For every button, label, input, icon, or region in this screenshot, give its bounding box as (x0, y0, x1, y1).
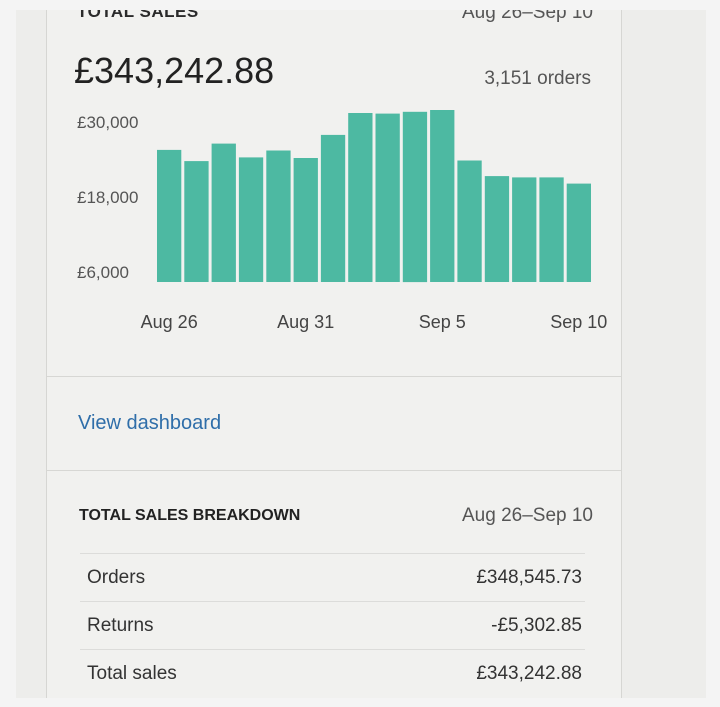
y-tick-label: £6,000 (77, 263, 129, 282)
x-tick-label: Sep 10 (550, 312, 607, 332)
row-label: Total sales (87, 663, 177, 684)
orders-count: 3,151 orders (484, 68, 591, 89)
x-tick-label: Aug 31 (277, 312, 334, 332)
chart-bar[interactable] (238, 157, 264, 282)
breakdown-row-orders: Orders £348,545.73 (80, 553, 585, 602)
view-dashboard-link[interactable]: View dashboard (78, 412, 221, 435)
sales-card: TOTAL SALES Aug 26–Sep 10 £343,242.88 3,… (46, 10, 622, 698)
divider (47, 376, 621, 377)
sales-chart: £30,000 £18,000 £6,000 Aug 26 Aug 31 Sep 5 Se… (77, 110, 607, 332)
chart-bar[interactable] (539, 177, 564, 282)
row-label: Orders (87, 567, 146, 588)
photo-frame: TOTAL SALES Aug 26–Sep 10 £343,242.88 3,… (16, 10, 706, 698)
row-value: £343,242.88 (476, 663, 582, 684)
chart-bar[interactable] (430, 110, 455, 282)
chart-bar[interactable] (157, 149, 182, 282)
chart-bar[interactable] (211, 143, 236, 282)
chart-bar[interactable] (266, 150, 291, 283)
chart-bar[interactable] (402, 111, 428, 283)
chart-bar[interactable] (293, 158, 318, 282)
chart-bar[interactable] (375, 113, 400, 282)
date-range: Aug 26–Sep 10 (461, 10, 593, 23)
row-label: Returns (87, 615, 154, 636)
divider (47, 470, 621, 471)
y-tick-label: £30,000 (77, 113, 138, 132)
chart-bar[interactable] (512, 177, 537, 282)
breakdown-title: TOTAL SALES BREAKDOWN (79, 507, 301, 524)
breakdown-row-returns: Returns -£5,302.85 (80, 601, 585, 650)
row-value: £348,545.73 (476, 567, 582, 588)
section-title: TOTAL SALES (77, 10, 199, 21)
chart-bar[interactable] (320, 134, 346, 282)
y-tick-label: £18,000 (77, 188, 138, 207)
breakdown-date-range: Aug 26–Sep 10 (461, 505, 593, 526)
chart-bar[interactable] (457, 160, 482, 283)
total-sales-amount: £343,242.88 (74, 50, 275, 91)
chart-bar[interactable] (184, 161, 209, 282)
x-tick-label: Sep 5 (419, 312, 466, 332)
row-value: -£5,302.85 (491, 615, 582, 636)
breakdown-row-total: Total sales £343,242.88 (80, 649, 585, 698)
chart-bar[interactable] (484, 176, 510, 282)
chart-bar[interactable] (566, 183, 591, 282)
x-tick-label: Aug 26 (141, 312, 198, 332)
chart-bar[interactable] (348, 113, 373, 282)
